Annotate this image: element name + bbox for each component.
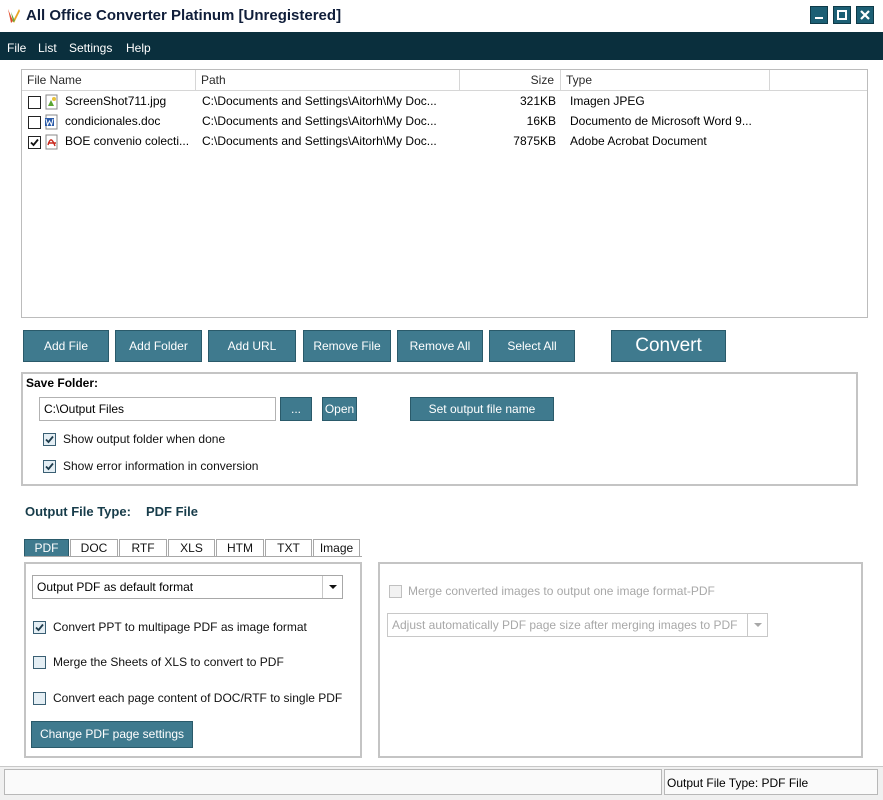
remove-all-button[interactable]: Remove All (397, 330, 483, 362)
status-pane-right: Output File Type: PDF File (664, 769, 878, 795)
file-name: condicionales.doc (65, 114, 161, 128)
title-bar: All Office Converter Platinum [Unregiste… (0, 0, 883, 32)
close-button[interactable] (856, 6, 874, 24)
ppt-multipage-checkbox[interactable] (33, 621, 46, 634)
set-output-file-name-button[interactable]: Set output file name (410, 397, 554, 421)
show-error-info-label: Show error information in conversion (63, 459, 259, 473)
remove-file-button[interactable]: Remove File (303, 330, 391, 362)
app-logo-icon (8, 9, 20, 23)
list-header: File Name Path Size Type (22, 70, 867, 91)
table-row[interactable]: BOE convenio colecti... C:\Documents and… (22, 132, 867, 152)
tab-divider (24, 556, 362, 557)
menu-list[interactable]: List (38, 41, 57, 55)
pdf-format-select[interactable]: Output PDF as default format (32, 575, 343, 599)
status-bar: Output File Type: PDF File (0, 766, 883, 800)
merge-xls-checkbox[interactable] (33, 656, 46, 669)
row-checkbox[interactable] (28, 136, 41, 149)
convert-button[interactable]: Convert (611, 330, 726, 362)
add-url-button[interactable]: Add URL (208, 330, 296, 362)
file-name: ScreenShot711.jpg (65, 94, 167, 108)
merge-images-checkbox[interactable] (389, 585, 402, 598)
menu-settings[interactable]: Settings (69, 41, 112, 55)
show-output-folder-checkbox[interactable] (43, 433, 56, 446)
select-all-button[interactable]: Select All (489, 330, 575, 362)
tab-txt[interactable]: TXT (265, 539, 312, 557)
tab-image[interactable]: Image (313, 539, 360, 557)
table-row[interactable]: condicionales.doc C:\Documents and Setti… (22, 112, 867, 132)
open-folder-button[interactable]: Open (322, 397, 357, 421)
file-path: C:\Documents and Settings\Aitorh\My Doc.… (202, 94, 437, 108)
table-row[interactable]: ScreenShot711.jpg C:\Documents and Setti… (22, 92, 867, 112)
column-type[interactable]: Type (561, 70, 770, 91)
status-pane-left (4, 769, 662, 795)
menu-help[interactable]: Help (126, 41, 151, 55)
check-icon (45, 435, 54, 444)
maximize-icon (837, 10, 847, 20)
output-file-type-value: PDF File (146, 504, 199, 519)
file-size: 16KB (526, 114, 556, 128)
tab-xls[interactable]: XLS (168, 539, 215, 557)
file-type: Documento de Microsoft Word 9... (570, 114, 752, 128)
doc-single-pdf-checkbox[interactable] (33, 692, 46, 705)
merge-xls-label: Merge the Sheets of XLS to convert to PD… (53, 655, 284, 669)
add-folder-button[interactable]: Add Folder (115, 330, 202, 362)
ppt-multipage-label: Convert PPT to multipage PDF as image fo… (53, 620, 307, 634)
file-type: Adobe Acrobat Document (570, 134, 707, 148)
page-size-value: Adjust automatically PDF page size after… (392, 618, 738, 632)
maximize-button[interactable] (833, 6, 851, 24)
change-pdf-page-settings-button[interactable]: Change PDF page settings (31, 721, 193, 748)
merge-images-label: Merge converted images to output one ima… (408, 584, 715, 598)
tab-doc[interactable]: DOC (70, 539, 118, 557)
doc-single-pdf-label: Convert each page content of DOC/RTF to … (53, 691, 343, 705)
check-icon (35, 623, 44, 632)
output-file-type-label: Output File Type: (25, 504, 131, 519)
minimize-button[interactable] (810, 6, 828, 24)
chevron-down-icon[interactable] (747, 614, 767, 636)
file-path: C:\Documents and Settings\Aitorh\My Doc.… (202, 114, 437, 128)
tab-pdf[interactable]: PDF (24, 539, 69, 557)
minimize-icon (815, 17, 823, 19)
output-folder-input[interactable]: C:\Output Files (39, 397, 276, 421)
check-icon (45, 462, 54, 471)
image-file-icon (45, 94, 58, 110)
file-list[interactable]: File Name Path Size Type ScreenShot711.j… (21, 69, 868, 318)
pdf-format-value: Output PDF as default format (37, 580, 194, 594)
status-output-type: Output File Type: PDF File (667, 776, 809, 790)
browse-folder-button[interactable]: ... (280, 397, 312, 421)
close-icon (860, 10, 870, 20)
word-file-icon (45, 114, 58, 130)
column-size[interactable]: Size (460, 70, 561, 91)
add-file-button[interactable]: Add File (23, 330, 109, 362)
chevron-down-icon[interactable] (322, 576, 342, 598)
show-error-info-checkbox[interactable] (43, 460, 56, 473)
save-folder-title: Save Folder: (26, 376, 99, 390)
file-size: 7875KB (513, 134, 556, 148)
menu-bar: File List Settings Help (0, 32, 883, 60)
window-title: All Office Converter Platinum [Unregiste… (26, 7, 342, 24)
show-output-folder-label: Show output folder when done (63, 432, 226, 446)
row-checkbox[interactable] (28, 116, 41, 129)
file-size: 321KB (519, 94, 556, 108)
column-file-name[interactable]: File Name (22, 70, 196, 91)
menu-file[interactable]: File (7, 41, 26, 55)
page-size-select[interactable]: Adjust automatically PDF page size after… (387, 613, 768, 637)
file-name: BOE convenio colecti... (65, 134, 190, 148)
row-checkbox[interactable] (28, 96, 41, 109)
file-path: C:\Documents and Settings\Aitorh\My Doc.… (202, 134, 437, 148)
tab-rtf[interactable]: RTF (119, 539, 167, 557)
pdf-file-icon (45, 134, 58, 150)
file-type: Imagen JPEG (570, 94, 645, 108)
check-icon (30, 138, 39, 147)
tab-htm[interactable]: HTM (216, 539, 264, 557)
column-path[interactable]: Path (196, 70, 460, 91)
